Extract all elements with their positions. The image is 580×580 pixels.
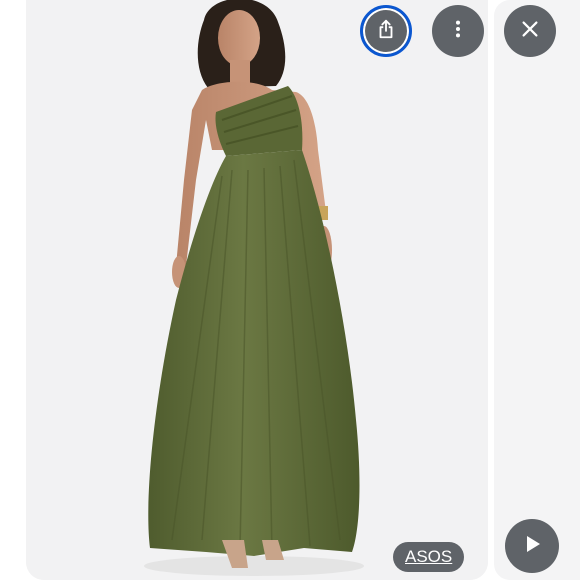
close-button[interactable] [504,5,556,57]
model-photo [26,0,488,580]
share-icon [375,18,397,45]
more-options-button[interactable] [432,5,484,57]
more-vert-icon [447,18,469,45]
source-link[interactable]: ASOS [393,542,465,572]
play-icon [520,532,544,561]
next-panel[interactable] [494,0,580,580]
previous-panel[interactable] [0,0,26,580]
image-viewer: ASOS [0,0,580,580]
share-button[interactable] [360,5,412,57]
close-icon [519,18,541,45]
product-photo[interactable] [26,0,488,580]
play-button[interactable] [505,519,559,573]
